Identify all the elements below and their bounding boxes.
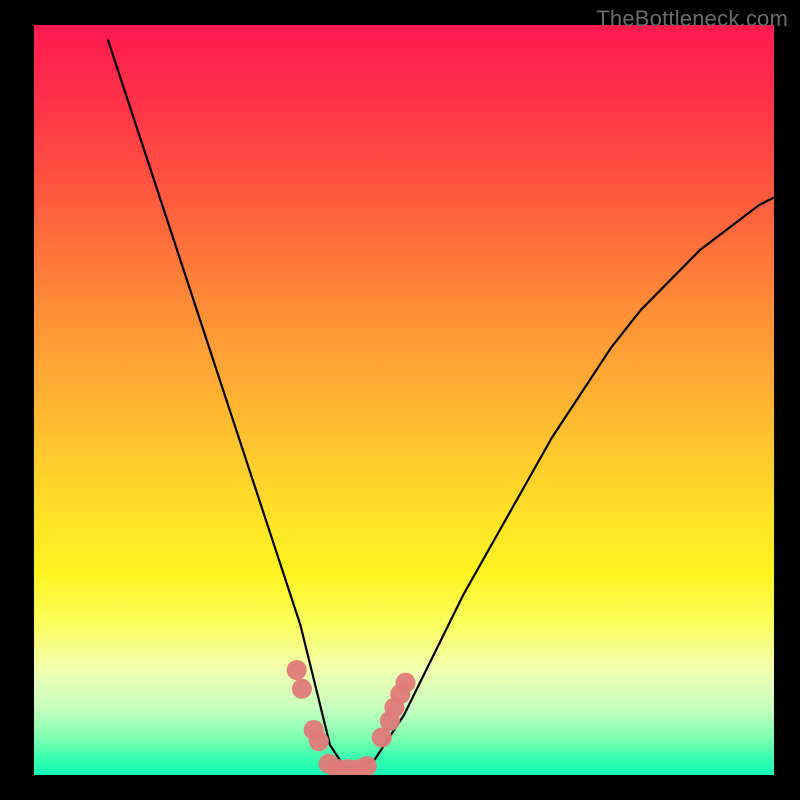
chart-frame: TheBottleneck.com [0,0,800,800]
valley-marker [292,679,312,699]
bottleneck-curve [108,40,774,768]
valley-marker [396,673,416,693]
watermark-text: TheBottleneck.com [596,6,788,32]
valley-marker [287,660,307,680]
valley-marker-group [287,660,416,775]
chart-plot-area [34,25,774,775]
chart-svg [34,25,774,775]
valley-marker [309,731,329,751]
